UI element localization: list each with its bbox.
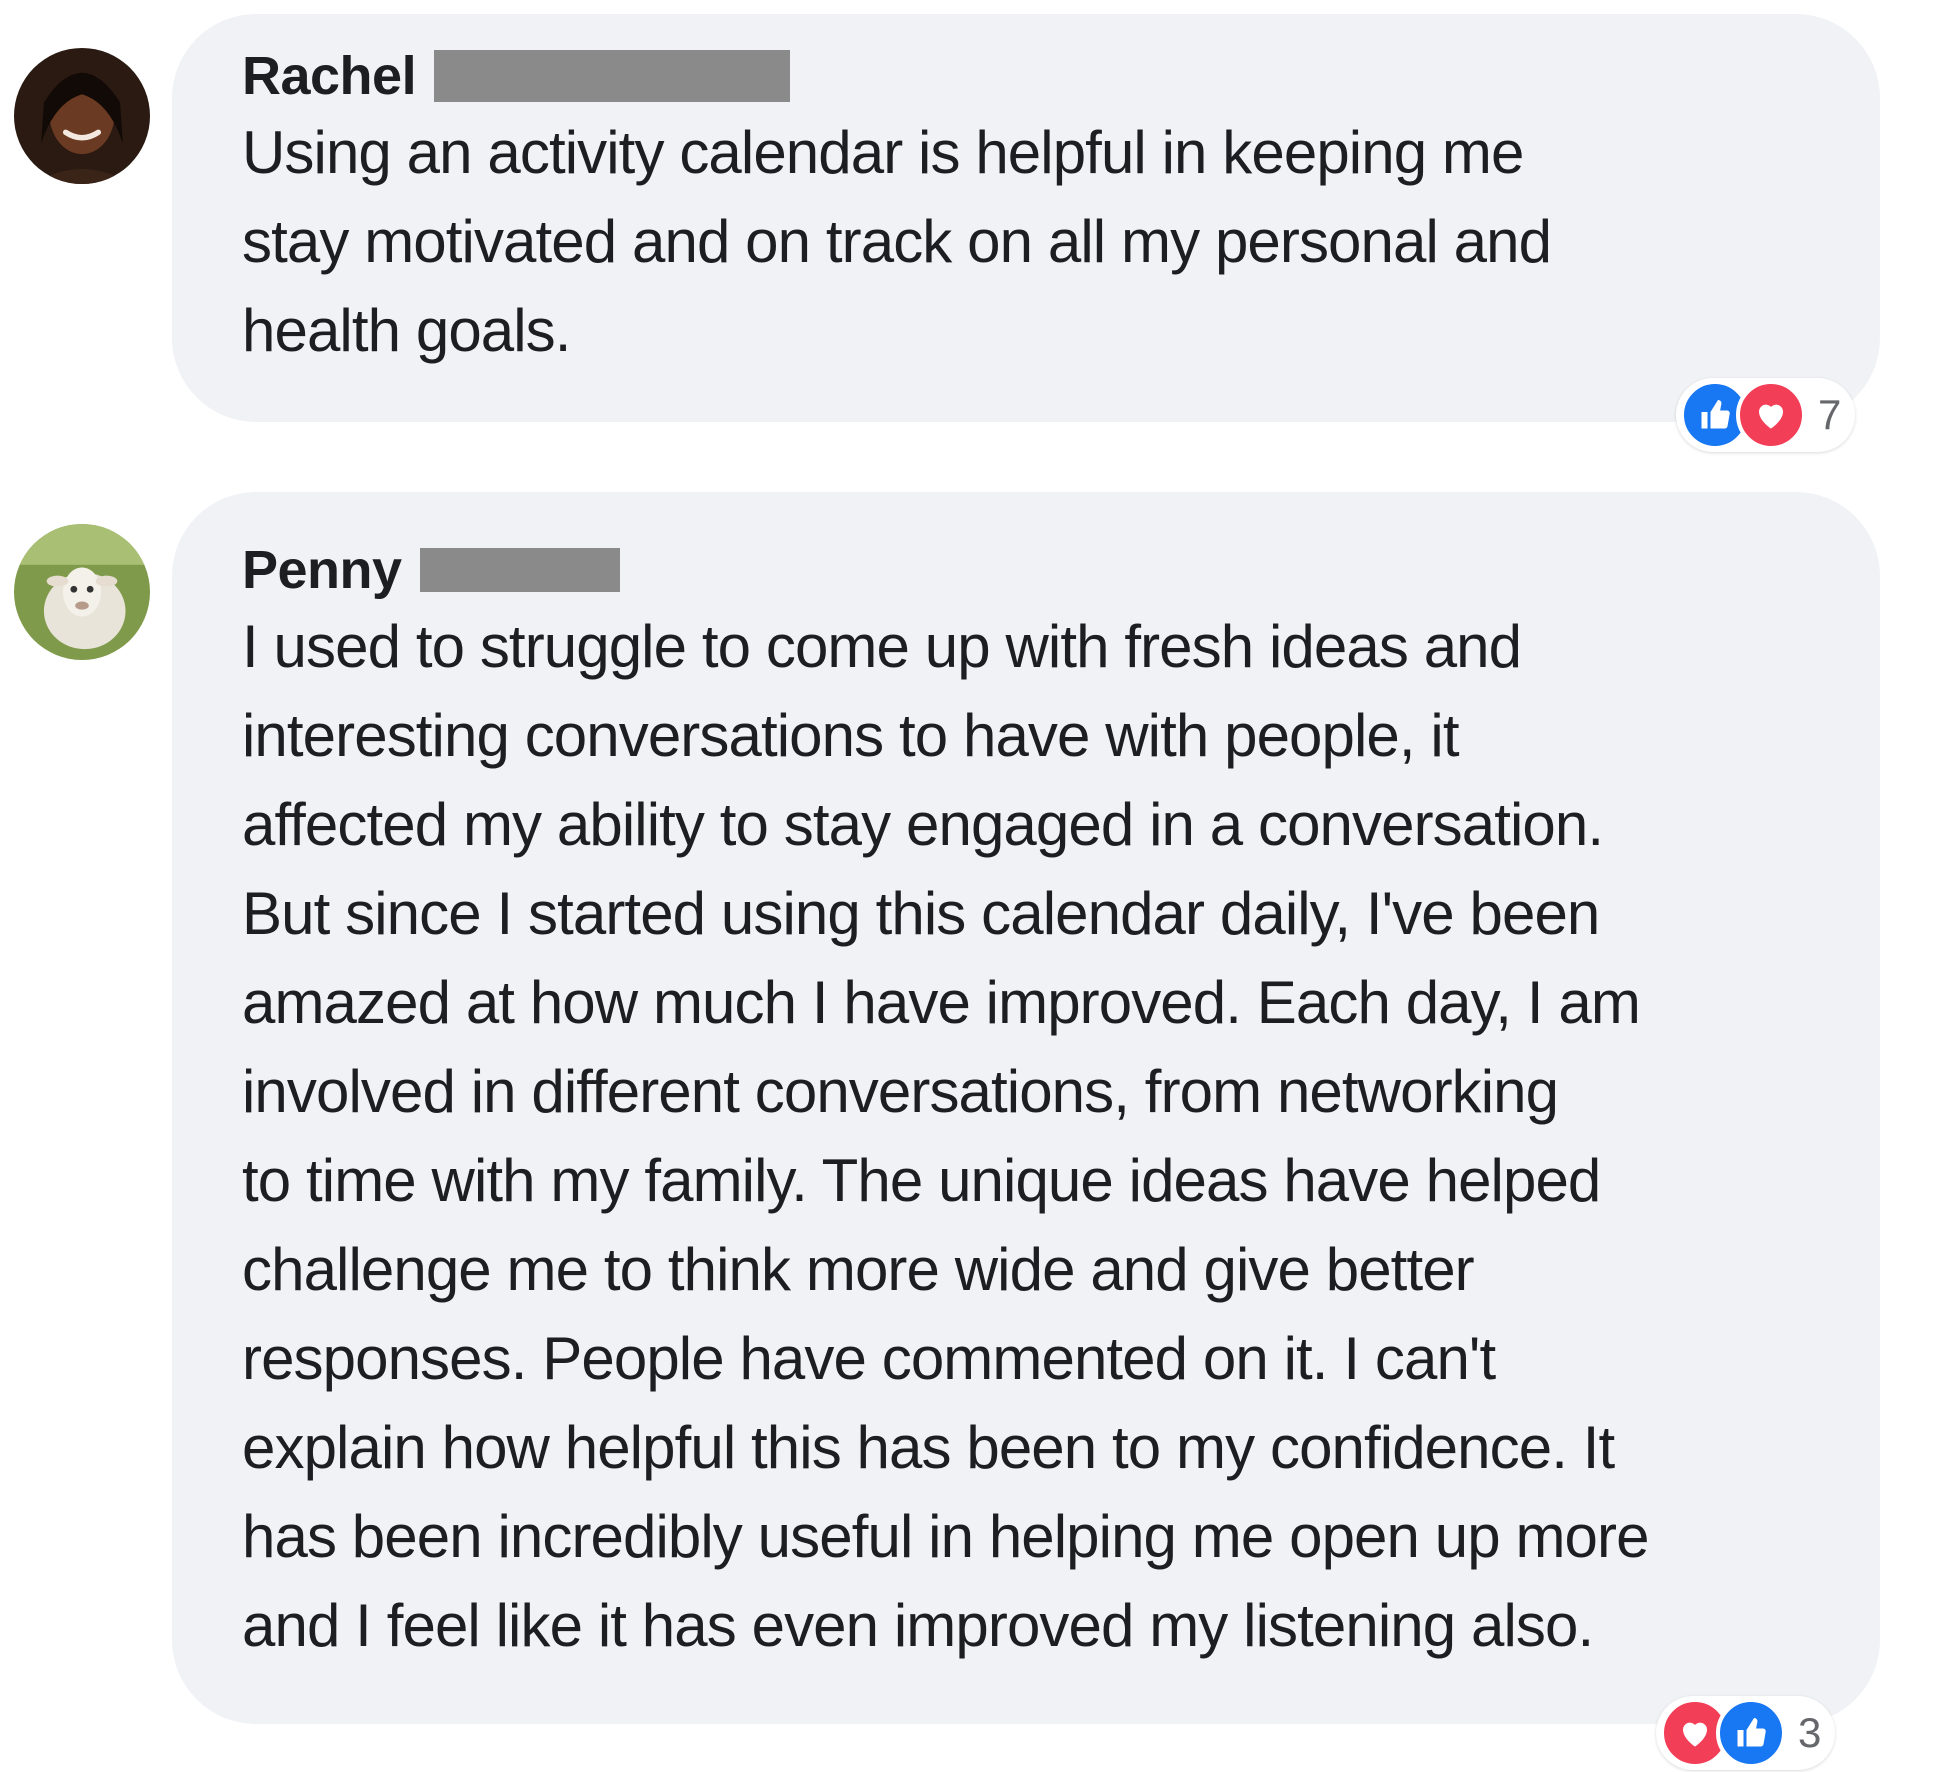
comment-bubble: Penny I used to struggle to come up with…: [172, 492, 1880, 1724]
sheep-photo-icon: [14, 524, 150, 660]
reaction-count: 3: [1798, 1709, 1822, 1756]
author-name[interactable]: Rachel: [242, 44, 417, 108]
comment-text: Using an activity calendar is helpful in…: [242, 119, 1552, 364]
redacted-surname: [434, 50, 791, 102]
author-row: Penny: [242, 538, 1820, 602]
like-reaction-icon: [1716, 1698, 1786, 1768]
avatar[interactable]: [14, 48, 150, 184]
profile-photo-icon: [14, 48, 150, 184]
comment-rachel: Rachel Using an activity calendar is hel…: [0, 0, 1940, 470]
avatar[interactable]: [14, 524, 150, 660]
comment-penny: Penny I used to struggle to come up with…: [0, 480, 1940, 1772]
love-reaction-icon: [1736, 380, 1806, 450]
reaction-count: 7: [1818, 391, 1842, 438]
reaction-summary[interactable]: 7: [1676, 378, 1856, 452]
reaction-summary[interactable]: 3: [1656, 1696, 1836, 1770]
author-row: Rachel: [242, 44, 1820, 108]
author-name[interactable]: Penny: [242, 538, 402, 602]
comment-bubble: Rachel Using an activity calendar is hel…: [172, 14, 1880, 422]
comment-text: I used to struggle to come up with fresh…: [242, 613, 1649, 1659]
redacted-surname: [419, 548, 620, 592]
